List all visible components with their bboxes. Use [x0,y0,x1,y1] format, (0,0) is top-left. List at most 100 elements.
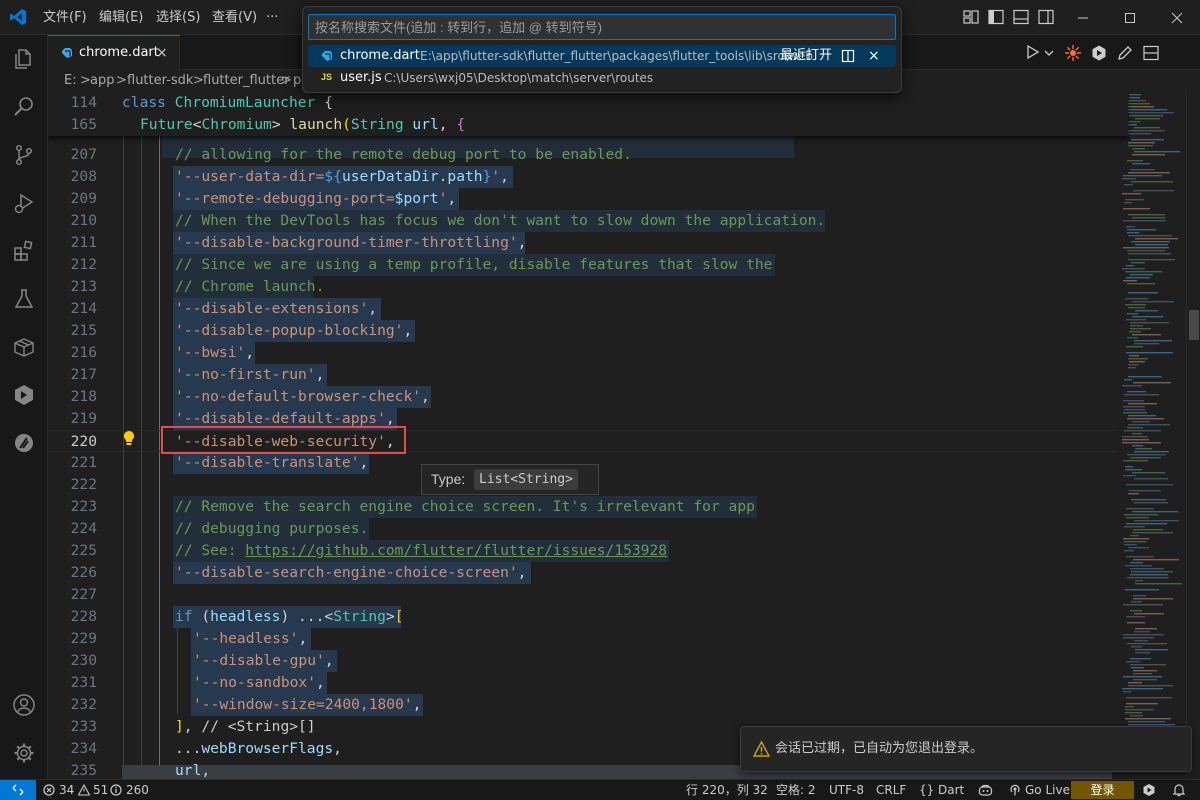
remote-explorer-button[interactable] [0,323,48,371]
breadcrumb-flutter-sdk[interactable]: flutter-sdk [127,70,193,92]
paren-token: ( [192,608,211,625]
github-issue-link[interactable]: https://github.com/flutter/flutter/issue… [245,542,667,559]
pen-icon[interactable] [1116,44,1134,62]
code-line[interactable]: 217 '--no-first-run', [48,364,1068,386]
code-line[interactable]: 212 // Since we are using a temp profile… [48,254,1068,276]
breadcrumb-packages[interactable]: p [293,70,301,92]
code-line[interactable]: 226 '--disable-search-engine-choice-scre… [48,562,1068,584]
code-line[interactable]: 213 // Chrome launch. [48,276,1068,298]
flutter-hot-reload-icon[interactable] [1064,44,1082,62]
end-of-line[interactable]: CRLF [876,780,906,800]
hexagon-run-icon[interactable] [1090,44,1108,62]
code-line[interactable]: 214 '--disable-extensions', [48,298,1068,320]
flutter-extension-button[interactable] [0,419,48,467]
manage-button[interactable] [0,729,48,777]
code-line[interactable]: 228 if (headless) ...<String>[ [48,606,1068,628]
brace-token: { [315,94,333,111]
code-line[interactable]: 208 '--user-data-dir=${userDataDir.path}… [48,166,1068,188]
go-live-button[interactable]: Go Live [1025,780,1070,800]
error-count[interactable]: 34 [59,780,74,800]
scrollbar-thumb[interactable] [1189,310,1199,340]
menu-file[interactable]: 文件(F) [43,0,87,35]
split-editor-icon[interactable] [1142,44,1160,62]
code-line[interactable]: 215 '--disable-popup-blocking', [48,320,1068,342]
error-icon[interactable] [43,784,55,796]
hexagon-status-icon[interactable] [1142,783,1156,797]
code-line[interactable]: 216 '--bwsi', [48,342,1068,364]
code-line[interactable]: 232 '--window-size=2400,1800', [48,694,1068,716]
cursor-position[interactable]: 行 220，列 32 [686,780,768,800]
keyword-token: if [175,608,193,625]
menu-selection[interactable]: 选择(S) [156,0,200,35]
code-line[interactable]: 231 '--no-sandbox', [48,672,1068,694]
breadcrumb-drive[interactable]: E: [64,70,77,92]
palette-item-chrome-dart[interactable]: chrome.dart E:\app\flutter-sdk\flutter_f… [308,45,896,67]
info-icon[interactable] [110,784,122,796]
explorer-button[interactable] [0,35,48,83]
lightbulb-icon[interactable] [122,430,136,446]
accounts-button[interactable] [0,681,48,729]
code-line[interactable]: 224 // debugging purposes. [48,518,1068,540]
open-to-side-icon[interactable] [841,49,855,63]
warning-status-icon[interactable] [78,784,90,796]
extensions-button[interactable] [0,227,48,275]
source-control-button[interactable] [0,131,48,179]
minimap-line [1133,559,1179,561]
run-icon[interactable] [1026,44,1040,60]
sticky-line[interactable]: 165 Future<Chromium> launch(String url, … [48,114,1068,136]
code-line[interactable]: 230 '--disable-gpu', [48,650,1068,672]
extension-view-button[interactable] [0,371,48,419]
maximize-button[interactable] [1107,0,1153,35]
minimap[interactable] [1116,92,1186,779]
code-line[interactable]: 210 // When the DevTools has focus we do… [48,210,1068,232]
menu-view[interactable]: 查看(V) [212,0,257,35]
breadcrumb-app[interactable]: app [90,70,114,92]
info-count[interactable]: 260 [126,780,149,800]
code-line[interactable]: 229 '--headless', [48,628,1068,650]
minimap-line [1126,697,1172,699]
warning-count[interactable]: 51 [93,780,108,800]
palette-item-user-js[interactable]: JS user.js C:\Users\wxj05\Desktop\match\… [308,67,896,89]
file-encoding[interactable]: UTF-8 [829,780,864,800]
breadcrumb-separator: > [116,73,127,88]
chevron-down-icon[interactable] [1044,44,1054,62]
copilot-icon[interactable] [978,783,993,797]
broadcast-icon [1010,784,1020,796]
search-button[interactable] [0,83,48,131]
run-debug-button[interactable] [0,179,48,227]
minimap-line [1123,208,1150,210]
code-line[interactable]: 209 '--remote-debugging-port=$port', [48,188,1068,210]
vertical-scrollbar[interactable] [1186,92,1200,779]
customize-layout-icon[interactable] [962,8,980,26]
close-window-button[interactable] [1154,0,1200,35]
testing-button[interactable] [0,275,48,323]
tab-chrome-dart[interactable]: chrome.dart × [48,35,180,70]
session-expired-notification[interactable]: 会话已过期，已自动为您退出登录。 [740,726,1192,772]
code-line[interactable]: 227 [48,584,1068,606]
breadcrumb-flutter-flutter[interactable]: flutter_flutter [203,70,289,92]
quick-open-input[interactable] [308,14,896,40]
sticky-line[interactable]: 114 class ChromiumLauncher { [48,92,1068,114]
indentation-setting[interactable]: 空格: 2 [776,780,816,800]
comma-token: , [403,322,413,339]
minimize-button[interactable] [1060,0,1106,35]
menu-more[interactable]: ··· [266,0,278,35]
toggle-secondary-sidebar-icon[interactable] [1037,8,1055,26]
code-editor[interactable]: 114 class ChromiumLauncher { 165 Future<… [48,92,1200,779]
remove-from-recent-button[interactable]: × [868,45,880,67]
bell-icon[interactable] [1172,783,1186,797]
minimap-line [1131,499,1166,501]
code-line[interactable]: 218 '--no-default-browser-check', [48,386,1068,408]
code-line[interactable]: 207 // allowing for the remote debug por… [48,144,1068,166]
language-mode[interactable]: Dart [938,780,964,800]
tab-close-button[interactable]: × [156,36,168,70]
minimap-line [1127,427,1143,429]
login-button[interactable]: 登录 [1071,781,1134,799]
remote-indicator-button[interactable] [0,780,36,800]
code-line[interactable]: 225 // See: https://github.com/flutter/f… [48,540,1068,562]
menu-edit[interactable]: 编辑(E) [99,0,143,35]
code-line[interactable]: 211 '--disable-background-timer-throttli… [48,232,1068,254]
code-line[interactable]: 223 // Remove the search engine choice s… [48,496,1068,518]
toggle-panel-icon[interactable] [1012,8,1030,26]
toggle-primary-sidebar-icon[interactable] [987,8,1005,26]
